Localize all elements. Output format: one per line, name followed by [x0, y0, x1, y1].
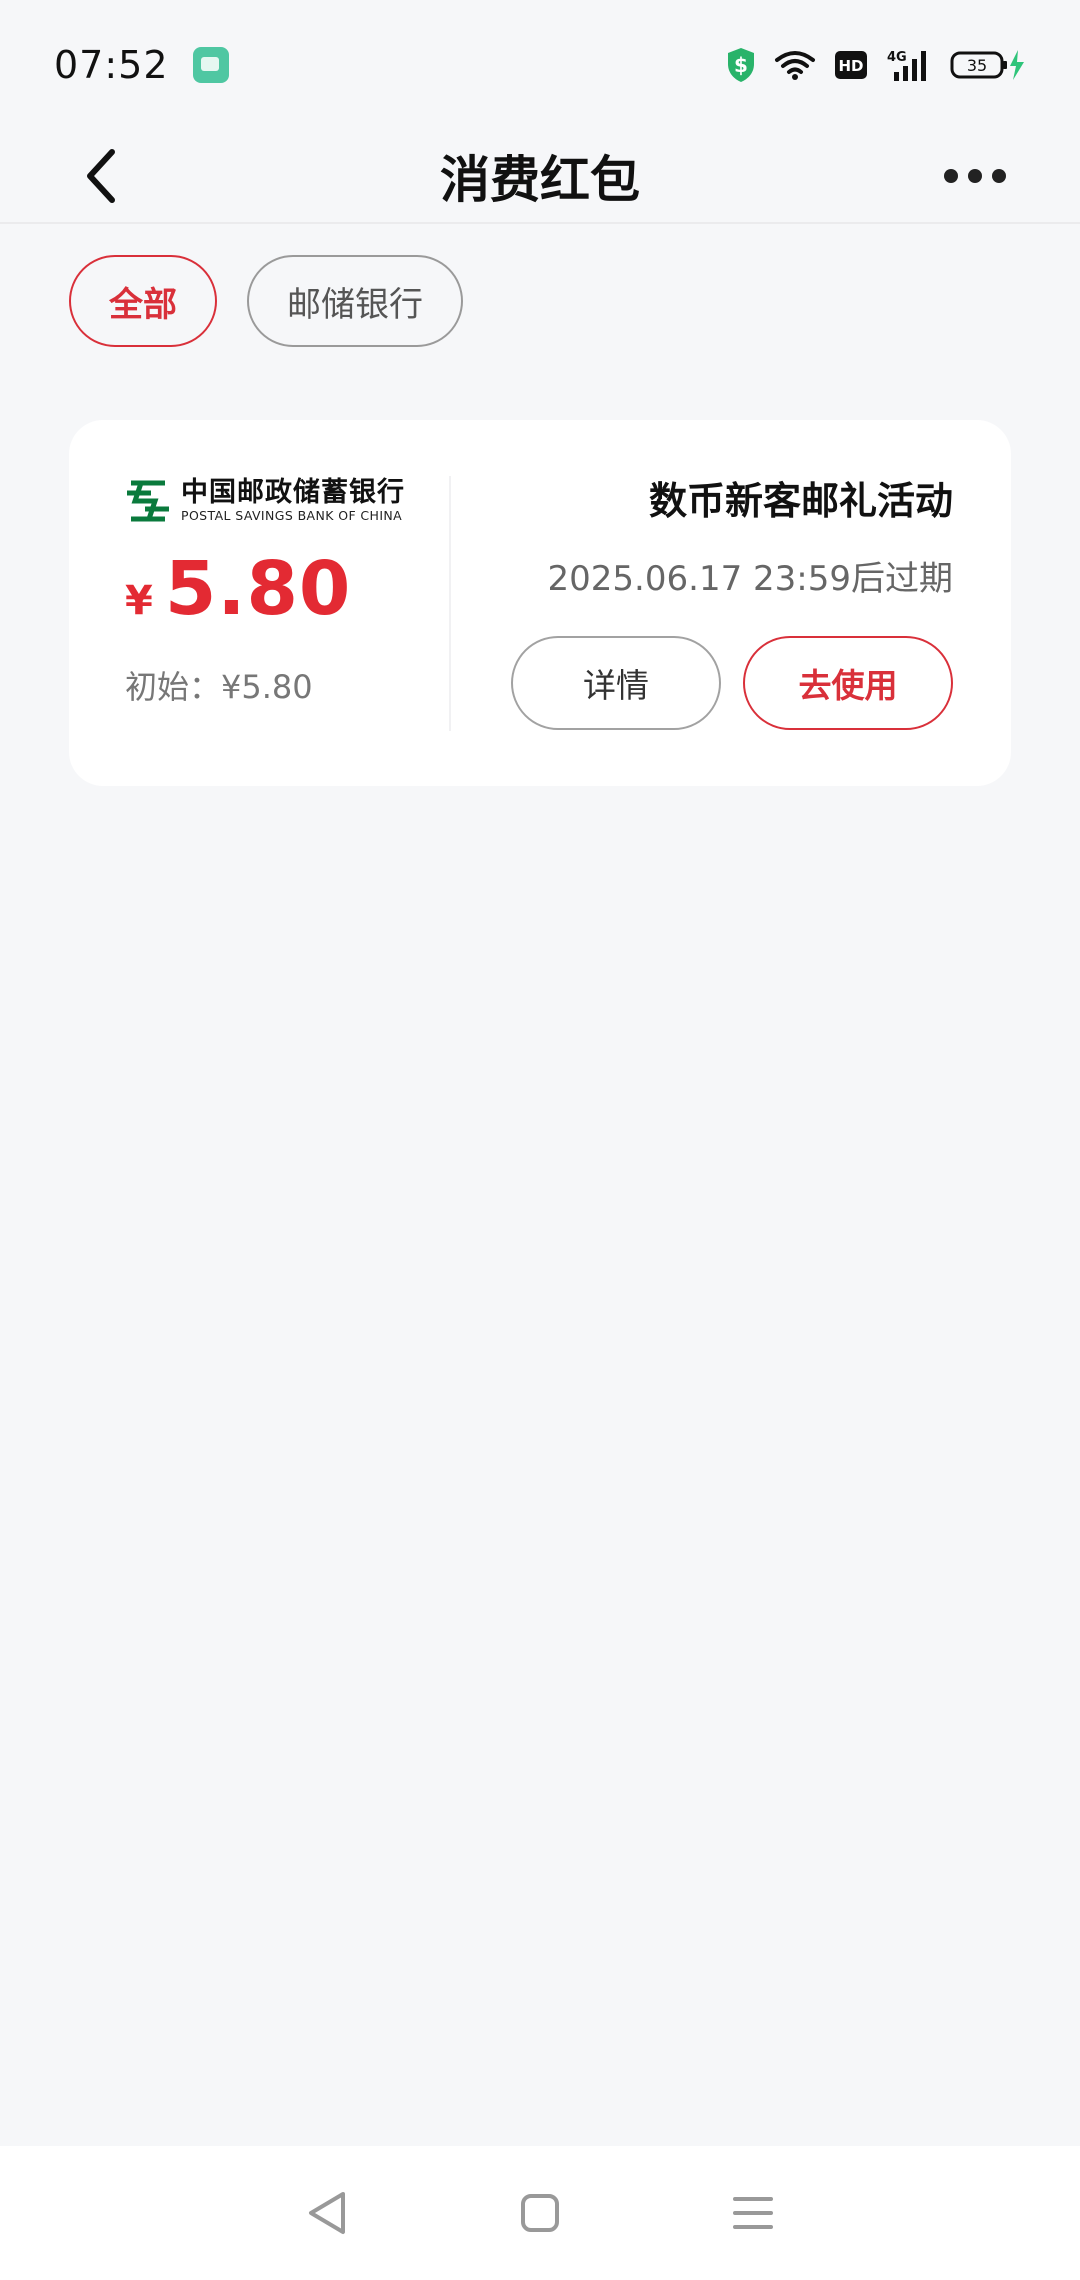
- bank-logo-text: 中国邮政储蓄银行 POSTAL SAVINGS BANK OF CHINA: [181, 479, 405, 523]
- chevron-left-icon: [87, 149, 115, 203]
- amount-value: 5.80: [164, 546, 352, 632]
- details-button[interactable]: 详情: [511, 636, 721, 730]
- app-notification-icon: [192, 47, 229, 83]
- initial-amount: 初始：¥5.80: [125, 668, 313, 706]
- svg-text:4G: 4G: [887, 50, 907, 65]
- square-home-icon: [520, 2194, 559, 2232]
- filter-chip-all[interactable]: 全部: [69, 255, 217, 347]
- battery-icon: 35: [950, 48, 1026, 82]
- coupon-amount-section: 中国邮政储蓄银行 POSTAL SAVINGS BANK OF CHINA ¥ …: [125, 476, 445, 736]
- status-icons: $ HD 4G 35: [726, 47, 1026, 83]
- bank-name-cn: 中国邮政储蓄银行: [181, 477, 405, 509]
- hd-icon: HD: [834, 50, 868, 80]
- more-dots-icon: [944, 169, 958, 183]
- more-options-button[interactable]: [930, 136, 1020, 216]
- signal-4g-icon: 4G: [886, 48, 932, 82]
- coupon-amount: ¥ 5.80: [125, 546, 445, 632]
- nav-back-button[interactable]: [287, 2173, 367, 2253]
- hamburger-menu-icon: [733, 2197, 774, 2229]
- currency-symbol: ¥: [125, 578, 153, 624]
- svg-text:$: $: [734, 53, 748, 77]
- expiry-text: 2025.06.17 23:59后过期: [547, 559, 953, 599]
- use-button[interactable]: 去使用: [743, 636, 953, 730]
- triangle-back-icon: [308, 2192, 345, 2234]
- filter-chip-psbc[interactable]: 邮储银行: [247, 255, 463, 347]
- coupon-info-section: 数币新客邮礼活动 2025.06.17 23:59后过期 详情 去使用: [453, 470, 953, 730]
- card-divider: [449, 476, 451, 731]
- bank-logo: 中国邮政储蓄银行 POSTAL SAVINGS BANK OF CHINA: [125, 476, 445, 526]
- header-divider: [0, 222, 1080, 224]
- page-title: 消费红包: [440, 151, 640, 209]
- nav-home-button[interactable]: [500, 2173, 580, 2253]
- system-nav-bar: [0, 2146, 1080, 2280]
- campaign-title: 数币新客邮礼活动: [648, 479, 953, 523]
- wifi-icon: [774, 49, 816, 81]
- more-dots-icon-dot: [992, 169, 1006, 183]
- shield-dollar-icon: $: [726, 47, 756, 83]
- page-header: 消费红包: [0, 130, 1080, 222]
- status-bar: 07:52 $ HD 4G 35: [0, 0, 1080, 130]
- more-dots-icon-dot: [968, 169, 982, 183]
- svg-text:HD: HD: [838, 57, 863, 75]
- coupon-actions: 详情 去使用: [453, 636, 953, 730]
- coupon-card: 中国邮政储蓄银行 POSTAL SAVINGS BANK OF CHINA ¥ …: [69, 420, 1011, 786]
- nav-menu-button[interactable]: [713, 2173, 793, 2253]
- bank-name-en: POSTAL SAVINGS BANK OF CHINA: [181, 508, 403, 524]
- filter-chips: 全部 邮储银行: [69, 255, 463, 347]
- svg-text:35: 35: [967, 56, 987, 75]
- back-button[interactable]: [60, 136, 140, 216]
- status-time: 07:52: [54, 43, 169, 87]
- psbc-logo-icon: [127, 480, 169, 522]
